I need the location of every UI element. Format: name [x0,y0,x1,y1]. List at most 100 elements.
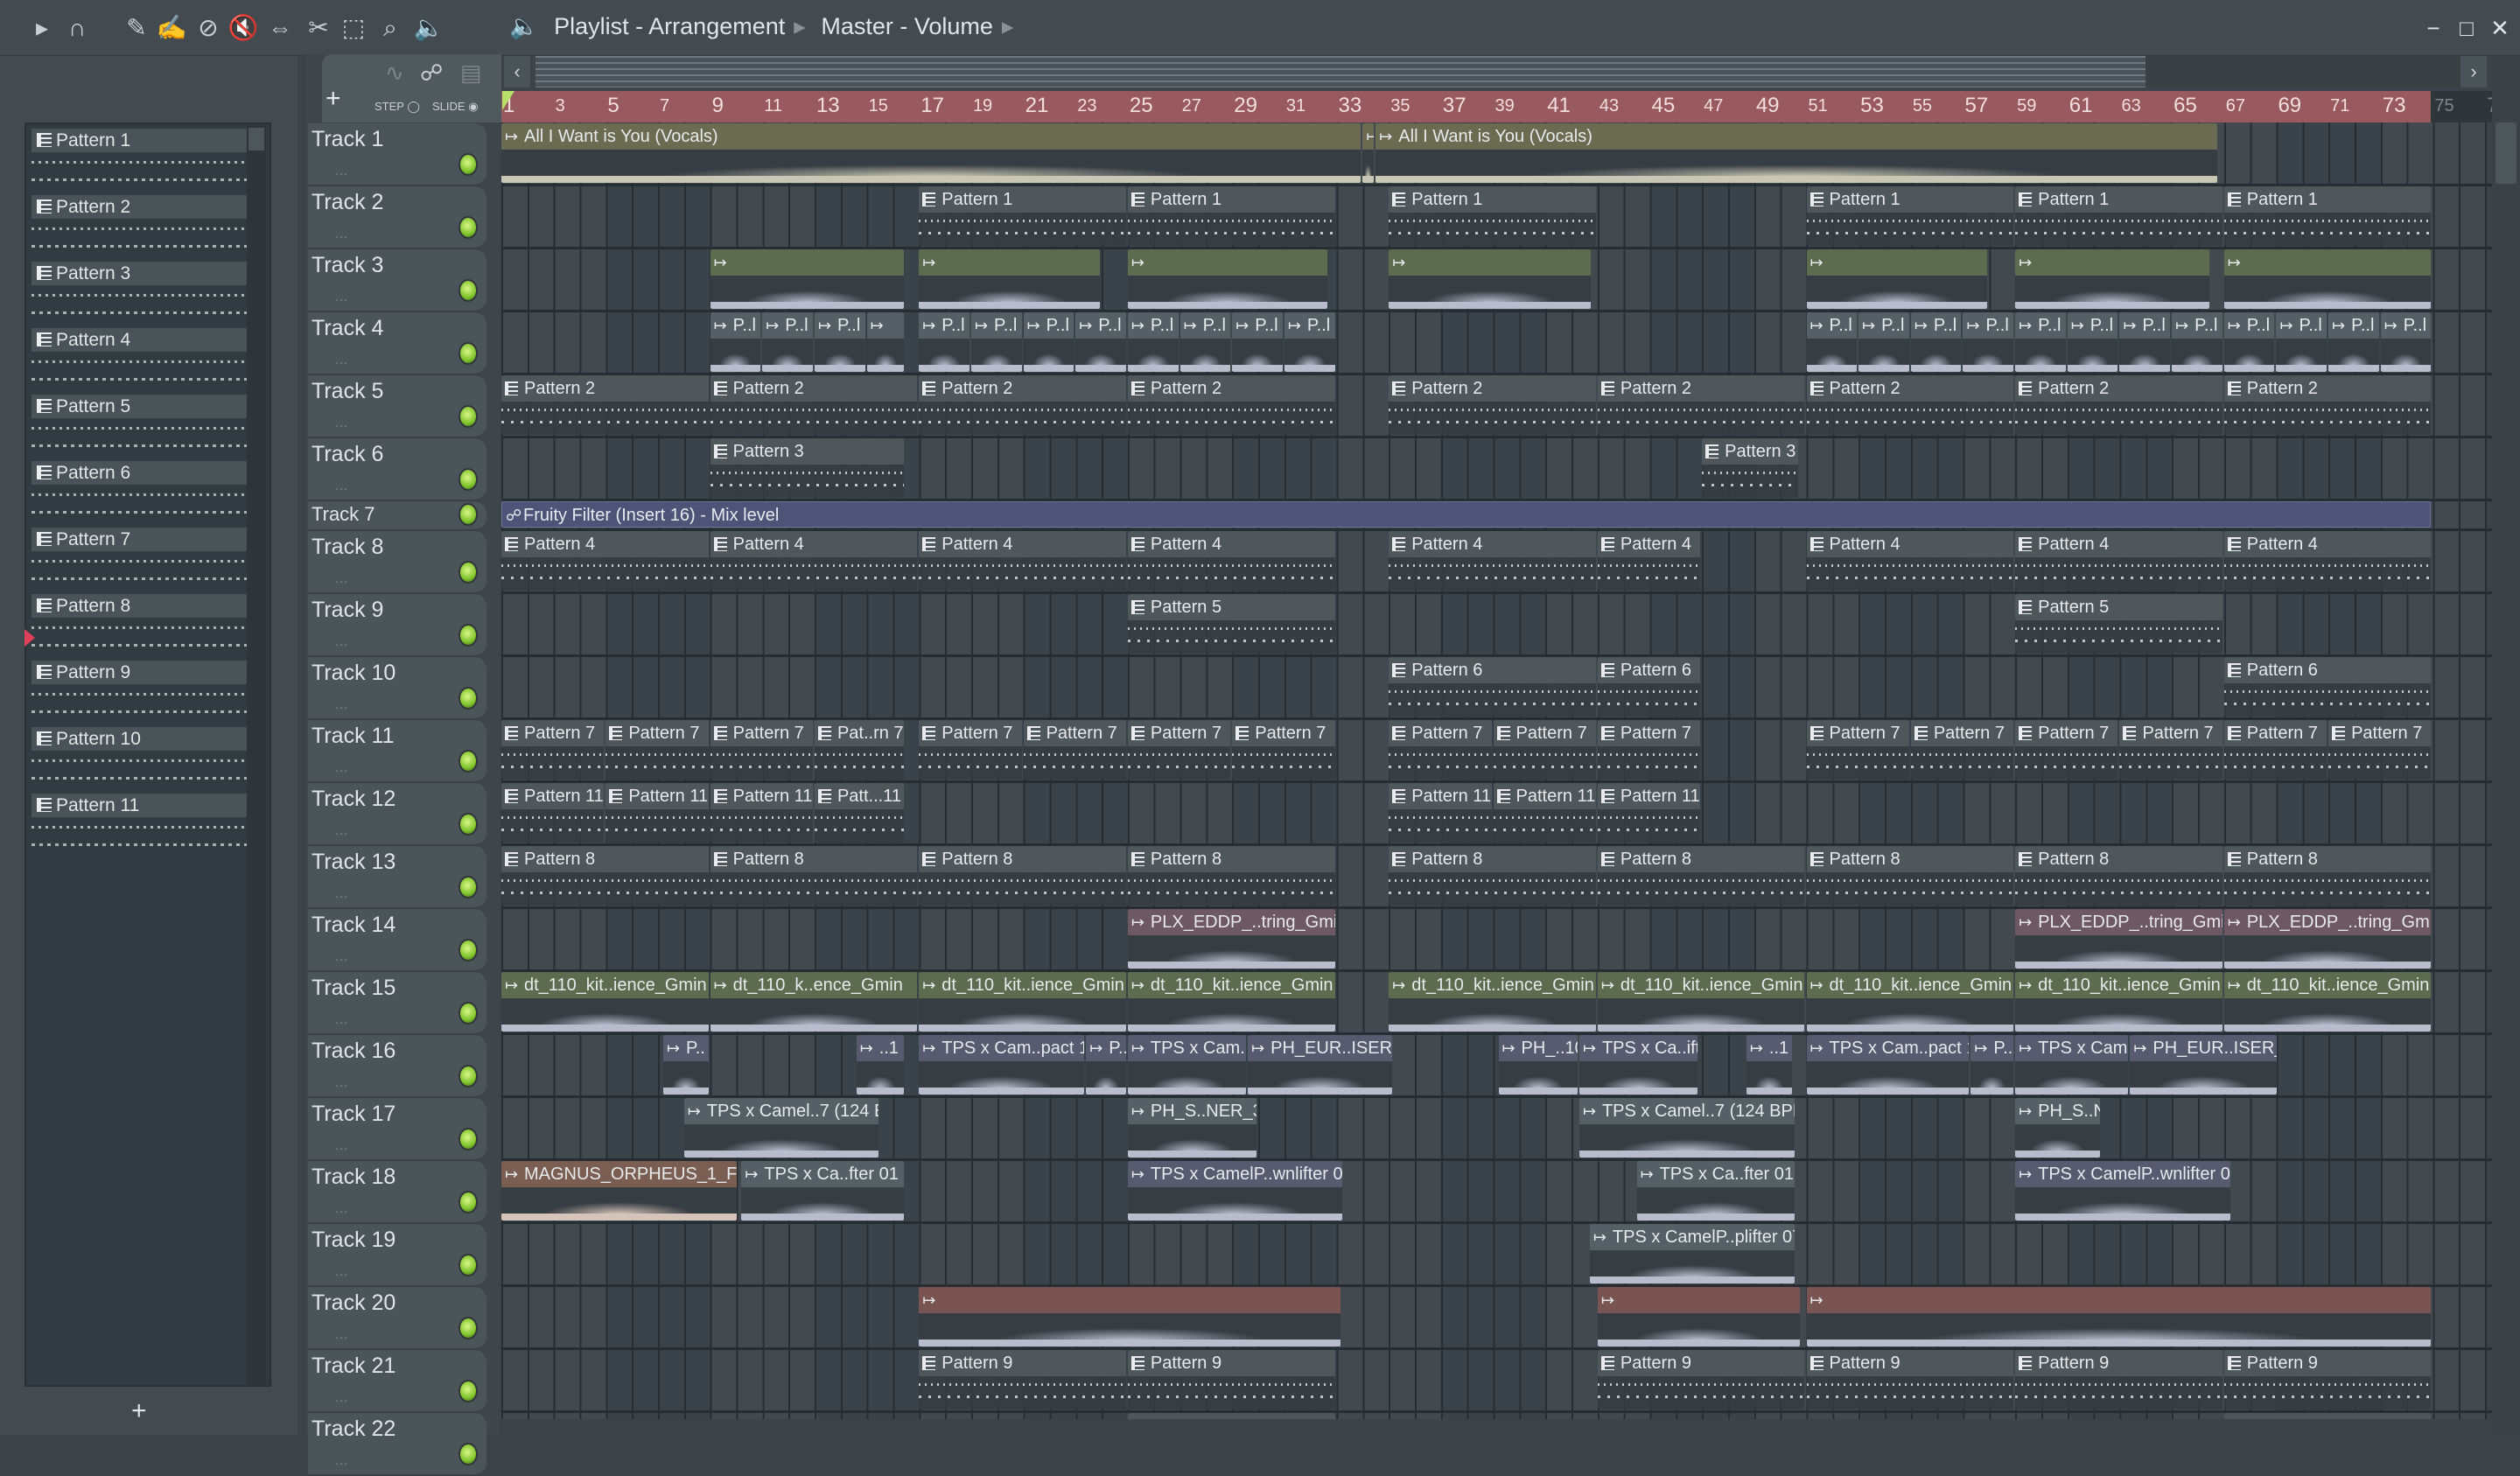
audio-clip[interactable] [919,1287,1340,1347]
pattern-clip[interactable]: Pattern 1 [1127,186,1335,246]
track-enable-led-icon[interactable] [460,752,476,771]
audio-clip[interactable]: P..l [1963,312,2014,372]
magnet-snap-icon[interactable]: ∩ [61,12,93,44]
track-header[interactable]: Track 22… [308,1413,486,1476]
audio-clip[interactable]: P..l [1232,312,1283,372]
track-enable-led-icon[interactable] [460,407,476,426]
pattern-clip[interactable]: Pattern 4 [2015,531,2222,591]
audio-clip[interactable]: P..l [1180,312,1231,372]
track-grip-icon[interactable]: … [334,1327,349,1343]
slice-tool-icon[interactable]: ✂ [303,12,334,44]
track-header[interactable]: Track 16… [308,1035,486,1098]
pattern-clip[interactable]: Pattern 9 [2015,1350,2222,1410]
track-grip-icon[interactable]: … [334,416,349,431]
audio-clip[interactable] [710,249,905,309]
track-name[interactable]: Track 18 [312,1165,396,1190]
track-grip-icon[interactable]: … [334,1264,349,1280]
pattern-clip[interactable]: Pattern 11 [501,783,605,843]
pattern-clip[interactable]: Pattern 7 [1910,720,2014,780]
pattern-clip[interactable]: Pattern 6 [1389,657,1596,717]
track-enable-led-icon[interactable] [460,1067,476,1086]
audio-clip[interactable]: PH_S..NER_3 [2015,1098,2100,1158]
track-name[interactable]: Track 12 [312,787,396,812]
track-header[interactable]: Track 21… [308,1350,486,1413]
track-enable-led-icon[interactable] [460,218,476,237]
track-grip-icon[interactable]: … [334,227,349,242]
track-grip-icon[interactable]: … [334,353,349,368]
step-toggle[interactable]: STEP ◯ [374,100,420,114]
audio-clip[interactable]: P..l [2119,312,2171,372]
track-grip-icon[interactable]: … [334,823,349,839]
track-grip-icon[interactable]: … [334,1012,349,1028]
audio-clip[interactable]: P.. [1970,1035,2014,1095]
pattern-clip[interactable]: Pattern 7 [1597,720,1701,780]
audio-clip[interactable]: All I Want is You (Vocals) [1376,123,2217,183]
vertical-scrollbar[interactable] [2492,56,2520,1435]
audio-clip[interactable] [1127,249,1327,309]
title-playlist[interactable]: Playlist - Arrangement [554,13,785,39]
track-enable-led-icon[interactable] [460,1445,476,1464]
pattern-clip[interactable]: Pattern 1 [1389,186,1596,246]
add-pattern-button[interactable]: + [131,1396,147,1426]
pattern-clip[interactable]: Pattern 7 [710,720,813,780]
track-name[interactable]: Track 20 [312,1291,396,1316]
timeline-ruler[interactable]: 1 3 5 7 9 11 13 15 17 19 21 23 25 27 29 31 33 35 37 39 41 43 4… [501,91,2431,122]
audio-clip[interactable]: P.. [1086,1035,1126,1095]
track-grip-icon[interactable]: … [334,1138,349,1154]
play-arrow-icon[interactable]: ▸ [26,12,58,44]
audio-clip[interactable]: P..l [710,312,761,372]
pattern-clip[interactable]: Pattern 2 [501,375,709,435]
track-enable-led-icon[interactable] [460,941,476,960]
audio-clip[interactable]: TPS x CamelP..wnlifter 04 [1127,1161,1343,1221]
playhead-marker[interactable] [502,91,514,110]
automation-clip[interactable]: Fruity Filter (Insert 16) - Mix level [501,501,2432,528]
pattern-clip[interactable]: Patt...11 [814,783,905,843]
audio-clip[interactable] [1806,1287,2432,1347]
pattern-clip[interactable]: Pattern 8 [2223,846,2432,906]
pattern-clip[interactable]: Pattern 7 [606,720,709,780]
audio-clip[interactable]: ..1 [856,1035,905,1095]
audio-clip[interactable]: P..l [762,312,813,372]
audio-clip[interactable] [2015,249,2209,309]
pattern-clip[interactable]: Pattern 9 [1806,1350,2014,1410]
pattern-clip[interactable]: Pattern 6 [1597,657,1701,717]
audio-clip[interactable]: dt_110_kit..ience_Gmin [501,972,709,1032]
audio-clip[interactable]: dt_110_kit..ience_Gmin [2015,972,2222,1032]
track-header[interactable]: Track 14… [308,909,486,972]
pattern-list-item[interactable]: Pattern 5 [32,395,264,458]
pattern-clip[interactable]: Pattern 1 [2015,186,2222,246]
track-enable-led-icon[interactable] [460,626,476,645]
maximize-icon[interactable]: □ [2454,12,2480,44]
pattern-clip[interactable]: Pattern 7 [1127,720,1231,780]
track-enable-led-icon[interactable] [460,1193,476,1212]
track-enable-led-icon[interactable] [460,155,476,174]
automation-icon[interactable]: ☍ [420,59,443,87]
track-grip-icon[interactable]: … [334,697,349,713]
pattern-clip[interactable]: Pattern 4 [2223,531,2432,591]
track-name[interactable]: Track 5 [312,379,383,404]
audio-clip[interactable]: TPS x CamelP..plifter 07 [1589,1224,1795,1284]
pattern-clip[interactable]: Pattern 8 [1389,846,1596,906]
track-name[interactable]: Track 3 [312,253,383,278]
pattern-list-item[interactable]: Pattern 3 [32,262,264,325]
track-enable-led-icon[interactable] [460,1319,476,1338]
pattern-clip[interactable]: Pattern 9 [1127,1350,1335,1410]
track-grip-icon[interactable]: … [334,634,349,650]
track-header[interactable]: Track 18… [308,1161,486,1224]
pattern-clip[interactable]: Pattern 4 [1597,531,1701,591]
pattern-clip[interactable]: Pattern 11 [1597,783,1701,843]
track-header[interactable]: Track 6… [308,438,486,501]
pattern-clip[interactable]: Pattern 10 [2223,1413,2432,1419]
audio-clip[interactable]: PLX_EDDP_..tring_Gmin [1127,909,1335,969]
audio-clip[interactable]: dt_110_kit..ience_Gmin [1597,972,1805,1032]
add-track-button[interactable]: + [326,84,341,114]
pattern-clip[interactable]: Pattern 2 [710,375,918,435]
audio-clip[interactable]: dt_110_kit..ience_Gmin [919,972,1126,1032]
pattern-clip[interactable]: Pattern 3 [710,438,905,498]
audio-clip[interactable]: ..1 [1746,1035,1792,1095]
track-name[interactable]: Track 22 [312,1417,396,1442]
audio-clip[interactable]: PLX_EDDP_..tring_Gmin [2015,909,2222,969]
pattern-clip[interactable]: Pattern 4 [1806,531,2014,591]
track-header[interactable]: Track 9… [308,594,486,657]
pencil-tool-icon[interactable]: ✎ [121,12,152,44]
